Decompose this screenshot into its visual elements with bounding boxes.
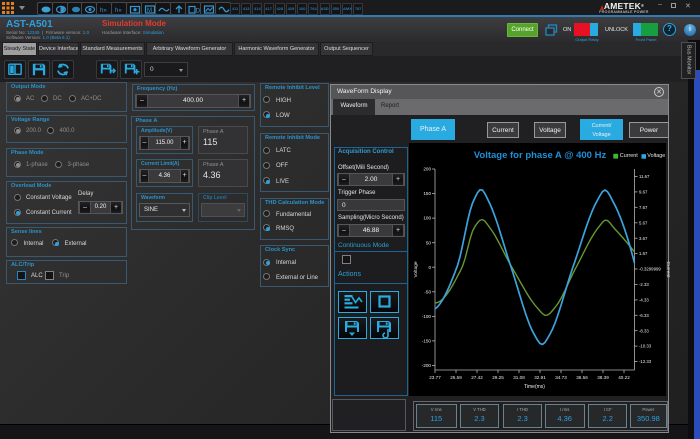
svg-text:1.67: 1.67 (639, 251, 648, 256)
svg-text:25.59: 25.59 (450, 375, 462, 380)
svg-text:h»: h» (115, 8, 122, 14)
svg-text:-4.33: -4.33 (639, 298, 649, 303)
svg-text:-200: -200 (422, 363, 432, 368)
svg-text:40.22: 40.22 (618, 375, 630, 380)
svg-text:50: 50 (426, 240, 432, 245)
svg-text:150: 150 (423, 191, 431, 196)
svg-text:3.67: 3.67 (639, 236, 648, 241)
svg-text:-6.33: -6.33 (639, 313, 649, 318)
svg-text:-10.33: -10.33 (639, 344, 652, 349)
svg-text:-0.3299999: -0.3299999 (639, 267, 661, 272)
svg-text:0: 0 (428, 265, 431, 270)
svg-text:-50: -50 (424, 289, 431, 294)
svg-text:5.67: 5.67 (639, 220, 648, 225)
svg-text:27.42: 27.42 (471, 375, 483, 380)
svg-text:29.25: 29.25 (492, 375, 504, 380)
svg-text:h»: h» (100, 8, 107, 14)
svg-text:-150: -150 (422, 339, 432, 344)
svg-text:34.73: 34.73 (555, 375, 567, 380)
svg-text:Voltage for phase A @ 400 Hz: Voltage for phase A @ 400 Hz (474, 150, 607, 161)
svg-text:-100: -100 (422, 314, 432, 319)
svg-text:11.67: 11.67 (639, 174, 650, 179)
svg-text:Voltage: Voltage (647, 153, 665, 159)
svg-text:M: M (147, 8, 152, 14)
svg-text:200: 200 (423, 167, 431, 172)
svg-text:9.67: 9.67 (639, 190, 648, 195)
svg-text:Voltage: Voltage (413, 261, 419, 277)
svg-text:7.67: 7.67 (639, 205, 648, 210)
svg-text:36.56: 36.56 (576, 375, 588, 380)
svg-text:-2.33: -2.33 (639, 282, 649, 287)
svg-text:Current: Current (620, 153, 638, 159)
svg-text:-12.33: -12.33 (639, 359, 652, 364)
svg-text:100: 100 (423, 216, 431, 221)
svg-text:38.39: 38.39 (597, 375, 609, 380)
svg-text:23.77: 23.77 (429, 375, 441, 380)
svg-text:Current: Current (665, 262, 671, 279)
svg-text:31.08: 31.08 (513, 375, 525, 380)
svg-text:-8.33: -8.33 (639, 328, 649, 333)
svg-text:Time(ms): Time(ms) (524, 384, 545, 390)
svg-text:32.91: 32.91 (534, 375, 546, 380)
